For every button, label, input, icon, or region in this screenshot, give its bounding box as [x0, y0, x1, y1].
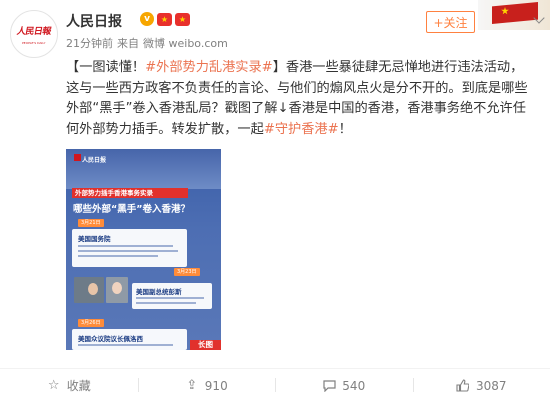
infographic-card: 美国众议院议长佩洛西: [72, 329, 187, 350]
text-line: [78, 344, 173, 346]
verified-icon[interactable]: v: [140, 12, 154, 26]
topic-link-outside-forces[interactable]: #外部势力乱港实录#: [145, 60, 273, 75]
infographic-card-title: 美国副总统彭斯: [136, 288, 182, 296]
face-icon: [112, 282, 122, 294]
repost-count: 910: [204, 378, 228, 393]
action-divider: [0, 368, 550, 369]
star-icon: ☆: [47, 378, 60, 393]
comment-button[interactable]: 540: [275, 370, 413, 401]
post-end: ！: [338, 121, 352, 137]
infographic-photo: [106, 277, 128, 303]
infographic-logo-icon: [74, 154, 81, 161]
action-bar: ☆ 收藏 ⇪ 910 540 3087: [0, 370, 550, 401]
infographic-card-title: 美国众议院议长佩洛西: [78, 335, 143, 343]
thumbs-up-icon: [456, 379, 470, 392]
infographic-date: 3月21日: [78, 219, 104, 227]
repost-icon: ⇪: [186, 378, 198, 393]
text-line: [78, 245, 173, 247]
comment-icon: [322, 379, 336, 392]
bracket-open: 【: [66, 60, 80, 75]
post-source[interactable]: 微博 weibo.com: [143, 35, 228, 51]
long-image-badge: 长图: [190, 340, 221, 350]
infographic-photo: [74, 277, 104, 303]
like-button[interactable]: 3087: [412, 370, 550, 401]
topic-link-guard-hongkong[interactable]: #守护香港#: [264, 122, 339, 137]
flag-icon: ★: [157, 12, 172, 26]
favorite-button[interactable]: ☆ 收藏: [0, 370, 138, 401]
account-badges: v ★ ★: [140, 12, 190, 26]
text-line: [78, 255, 158, 257]
post-time[interactable]: 21分钟前: [66, 35, 113, 51]
text-line: [136, 302, 196, 304]
infographic-date: 3月23日: [174, 268, 200, 276]
avatar-logo-text: 人民日報: [15, 27, 52, 37]
account-name[interactable]: 人民日报: [66, 11, 122, 31]
infographic-date: 3月26日: [78, 319, 104, 327]
post-meta: 21分钟前 来自 微博 weibo.com: [66, 35, 228, 51]
face-icon: [88, 283, 98, 295]
infographic-card: 美国副总统彭斯: [132, 283, 212, 309]
infographic-title: 哪些外部“黑手”卷入香港？: [73, 204, 190, 215]
like-count: 3087: [475, 378, 507, 393]
repost-button[interactable]: ⇪ 910: [137, 370, 276, 401]
follow-button[interactable]: +关注: [426, 11, 475, 33]
post-prefix: 一图读懂！: [79, 60, 146, 75]
infographic-logo: 人民日报: [82, 157, 107, 164]
infographic-card-title: 美国国务院: [78, 235, 111, 243]
favorite-label: 收藏: [66, 379, 91, 393]
infographic-image[interactable]: 人民日报 外部势力插手香港事务实录 哪些外部“黑手”卷入香港？ 3月21日 美国…: [66, 149, 221, 350]
avatar[interactable]: 人民日報 PEOPLE'S DAILY: [10, 10, 58, 58]
source-prefix: 来自: [117, 37, 139, 50]
comment-count: 540: [342, 378, 366, 393]
post-text: 【一图读懂！#外部势力乱港实录#】香港一些暴徒肆无忌惮地进行违法活动，这与一些西…: [66, 58, 536, 140]
infographic-card: 美国国务院: [72, 229, 187, 267]
flag-icon: ★: [175, 12, 190, 26]
bracket-close: 】: [272, 60, 286, 75]
text-line: [78, 250, 178, 252]
avatar-logo-subtext: PEOPLE'S DAILY: [22, 41, 46, 45]
text-line: [136, 297, 204, 299]
infographic-header: 外部势力插手香港事务实录: [72, 188, 188, 198]
